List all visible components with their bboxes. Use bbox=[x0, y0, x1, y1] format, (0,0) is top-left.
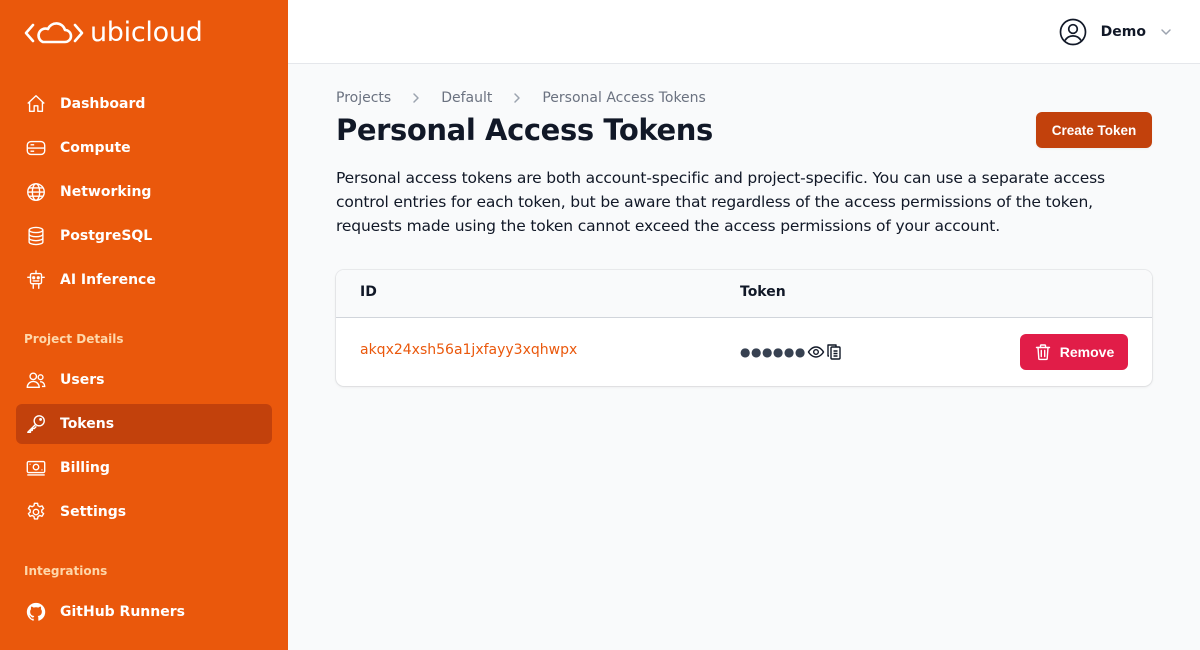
column-header-token: Token bbox=[740, 284, 786, 300]
brand-name: ubicloud bbox=[90, 17, 203, 48]
eye-icon[interactable] bbox=[807, 343, 825, 361]
token-id-link[interactable]: akqx24xsh56a1jxfayy3xqhwpx bbox=[360, 342, 577, 358]
sidebar-item-label: Billing bbox=[60, 460, 110, 476]
globe-icon bbox=[24, 180, 48, 204]
ubicloud-logo[interactable]: ubicloud bbox=[24, 17, 203, 48]
remove-button-label: Remove bbox=[1059, 344, 1115, 360]
sidebar-item-tokens[interactable]: Tokens bbox=[16, 404, 272, 444]
banknotes-icon bbox=[24, 456, 48, 480]
sidebar-item-label: AI Inference bbox=[60, 272, 156, 288]
copy-icon[interactable] bbox=[826, 343, 842, 361]
integrations-heading: Integrations bbox=[24, 564, 108, 578]
sidebar-item-label: Compute bbox=[60, 140, 131, 156]
breadcrumb-default[interactable]: Default bbox=[441, 90, 492, 106]
column-header-id: ID bbox=[360, 284, 377, 300]
breadcrumb-current: Personal Access Tokens bbox=[542, 90, 706, 106]
token-value: ●●●●●● bbox=[740, 343, 842, 361]
sidebar-item-label: Tokens bbox=[60, 416, 115, 432]
server-icon bbox=[24, 136, 48, 160]
database-icon bbox=[24, 224, 48, 248]
sidebar-item-settings[interactable]: Settings bbox=[16, 492, 272, 532]
user-name: Demo bbox=[1100, 24, 1146, 40]
sidebar-item-dashboard[interactable]: Dashboard bbox=[16, 84, 272, 124]
table-row: akqx24xsh56a1jxfayy3xqhwpx ●●●●●● Remove bbox=[336, 318, 1152, 386]
token-masked-value: ●●●●●● bbox=[740, 345, 806, 359]
remove-token-button[interactable]: Remove bbox=[1020, 334, 1128, 370]
cloud-logo-icon bbox=[24, 22, 84, 44]
sidebar-item-label: Settings bbox=[60, 504, 127, 520]
trash-icon bbox=[1034, 343, 1052, 361]
users-icon bbox=[24, 368, 48, 392]
gear-icon bbox=[24, 500, 48, 524]
sidebar-item-label: GitHub Runners bbox=[60, 604, 185, 620]
sidebar-item-networking[interactable]: Networking bbox=[16, 172, 272, 212]
sidebar: ubicloud Dashboard Compute Networking Po… bbox=[0, 0, 288, 650]
tokens-table: ID Token akqx24xsh56a1jxfayy3xqhwpx ●●●●… bbox=[336, 270, 1152, 386]
create-token-button[interactable]: Create Token bbox=[1036, 112, 1152, 148]
chevron-down-icon bbox=[1160, 26, 1172, 38]
top-bar: Demo bbox=[288, 0, 1200, 64]
breadcrumb: Projects Default Personal Access Tokens bbox=[336, 88, 706, 108]
project-details-heading: Project Details bbox=[24, 332, 124, 346]
user-avatar-icon bbox=[1059, 18, 1087, 46]
breadcrumb-projects[interactable]: Projects bbox=[336, 90, 391, 106]
key-icon bbox=[24, 412, 48, 436]
sidebar-item-label: Dashboard bbox=[60, 96, 146, 112]
home-icon bbox=[24, 92, 48, 116]
page-description: Personal access tokens are both account-… bbox=[336, 169, 1105, 235]
sidebar-item-github-runners[interactable]: GitHub Runners bbox=[16, 592, 272, 632]
robot-icon bbox=[24, 268, 48, 292]
sidebar-item-users[interactable]: Users bbox=[16, 360, 272, 400]
user-menu[interactable]: Demo bbox=[1059, 16, 1172, 48]
sidebar-item-label: PostgreSQL bbox=[60, 228, 153, 244]
sidebar-item-ai-inference[interactable]: AI Inference bbox=[16, 260, 272, 300]
chevron-right-icon bbox=[512, 92, 522, 104]
table-header: ID Token bbox=[336, 270, 1152, 318]
sidebar-item-postgresql[interactable]: PostgreSQL bbox=[16, 216, 272, 256]
page-title: Personal Access Tokens bbox=[336, 113, 713, 147]
sidebar-item-label: Users bbox=[60, 372, 105, 388]
sidebar-item-compute[interactable]: Compute bbox=[16, 128, 272, 168]
chevron-right-icon bbox=[411, 92, 421, 104]
sidebar-item-billing[interactable]: Billing bbox=[16, 448, 272, 488]
sidebar-item-label: Networking bbox=[60, 184, 152, 200]
github-icon bbox=[24, 600, 48, 624]
